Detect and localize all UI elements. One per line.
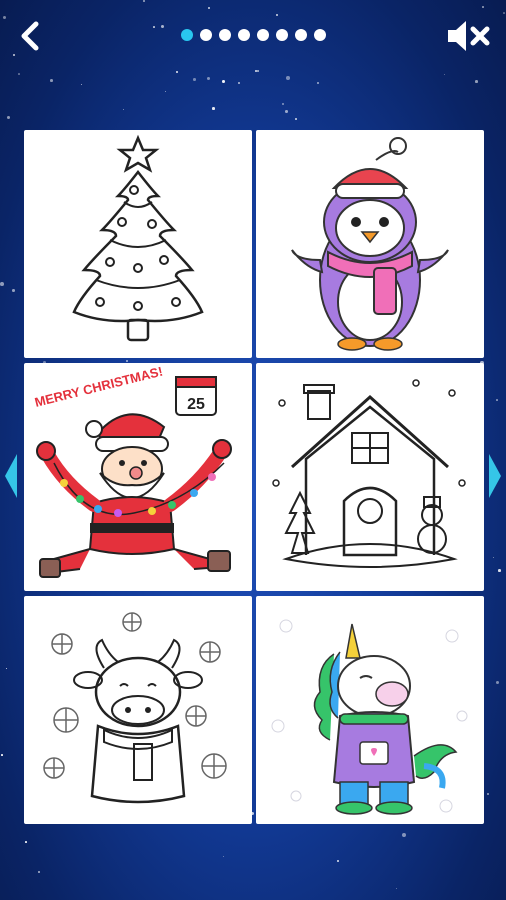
snow-speck xyxy=(337,860,340,863)
speaker-muted-icon xyxy=(448,21,490,51)
bull-drawing xyxy=(43,612,227,804)
unicorn-drawing xyxy=(271,619,468,815)
snow-speck xyxy=(317,82,320,85)
snow-speck xyxy=(285,110,288,113)
santa-drawing: MERRY CHRISTMAS! 25 xyxy=(33,364,232,578)
picture-christmas-tree[interactable] xyxy=(24,130,252,358)
snow-speck xyxy=(0,282,4,286)
page-dot xyxy=(219,29,231,41)
snow-speck xyxy=(193,78,196,81)
picture-bull[interactable] xyxy=(24,596,252,824)
snow-speck xyxy=(496,681,500,685)
snow-speck xyxy=(295,118,297,120)
prev-page-button[interactable] xyxy=(4,452,18,500)
snow-speck xyxy=(123,109,125,111)
arrow-right-icon xyxy=(489,454,501,498)
picture-penguin[interactable] xyxy=(256,130,484,358)
page-indicator xyxy=(181,29,326,41)
snow-speck xyxy=(165,91,167,93)
snow-speck xyxy=(286,76,290,80)
mute-button[interactable] xyxy=(444,16,492,56)
page-dot xyxy=(200,29,212,41)
snow-speck xyxy=(498,569,501,572)
snow-speck xyxy=(50,79,53,82)
snow-speck xyxy=(223,856,225,858)
snow-speck xyxy=(238,82,240,84)
snow-speck xyxy=(7,116,11,120)
back-button[interactable] xyxy=(12,16,48,56)
snow-speck xyxy=(1,754,3,756)
top-bar xyxy=(0,0,506,72)
next-page-button[interactable] xyxy=(488,452,502,500)
snow-speck xyxy=(81,84,83,86)
snow-speck xyxy=(444,74,446,76)
snow-speck xyxy=(222,80,225,83)
snow-speck xyxy=(38,871,41,874)
santa-caption: MERRY CHRISTMAS! xyxy=(33,364,164,410)
page-dot xyxy=(276,29,288,41)
snow-speck xyxy=(6,668,8,670)
snow-speck xyxy=(282,103,285,106)
picture-santa[interactable]: MERRY CHRISTMAS! 25 xyxy=(24,363,252,591)
snow-speck xyxy=(402,833,406,837)
arrow-left-icon xyxy=(5,454,17,498)
christmas-tree-drawing xyxy=(72,134,204,342)
snow-speck xyxy=(18,73,20,75)
coloring-pages-grid: MERRY CHRISTMAS! 25 xyxy=(24,130,484,824)
snow-speck xyxy=(396,888,398,890)
snow-speck xyxy=(496,399,498,401)
page-dot xyxy=(314,29,326,41)
page-dot xyxy=(181,29,193,41)
snow-speck xyxy=(12,289,15,292)
snow-speck xyxy=(487,793,490,796)
page-dot xyxy=(257,29,269,41)
penguin-drawing xyxy=(291,137,449,351)
picture-winter-house[interactable] xyxy=(256,363,484,591)
page-dot xyxy=(238,29,250,41)
back-chevron-icon xyxy=(21,21,39,51)
page-dot xyxy=(295,29,307,41)
calendar-day: 25 xyxy=(187,396,205,413)
snow-speck xyxy=(493,557,494,558)
snow-speck xyxy=(25,841,27,843)
winter-house-drawing xyxy=(272,379,466,568)
snow-speck xyxy=(475,80,478,83)
picture-unicorn[interactable] xyxy=(256,596,484,824)
snow-speck xyxy=(207,77,211,81)
snow-speck xyxy=(212,107,215,110)
